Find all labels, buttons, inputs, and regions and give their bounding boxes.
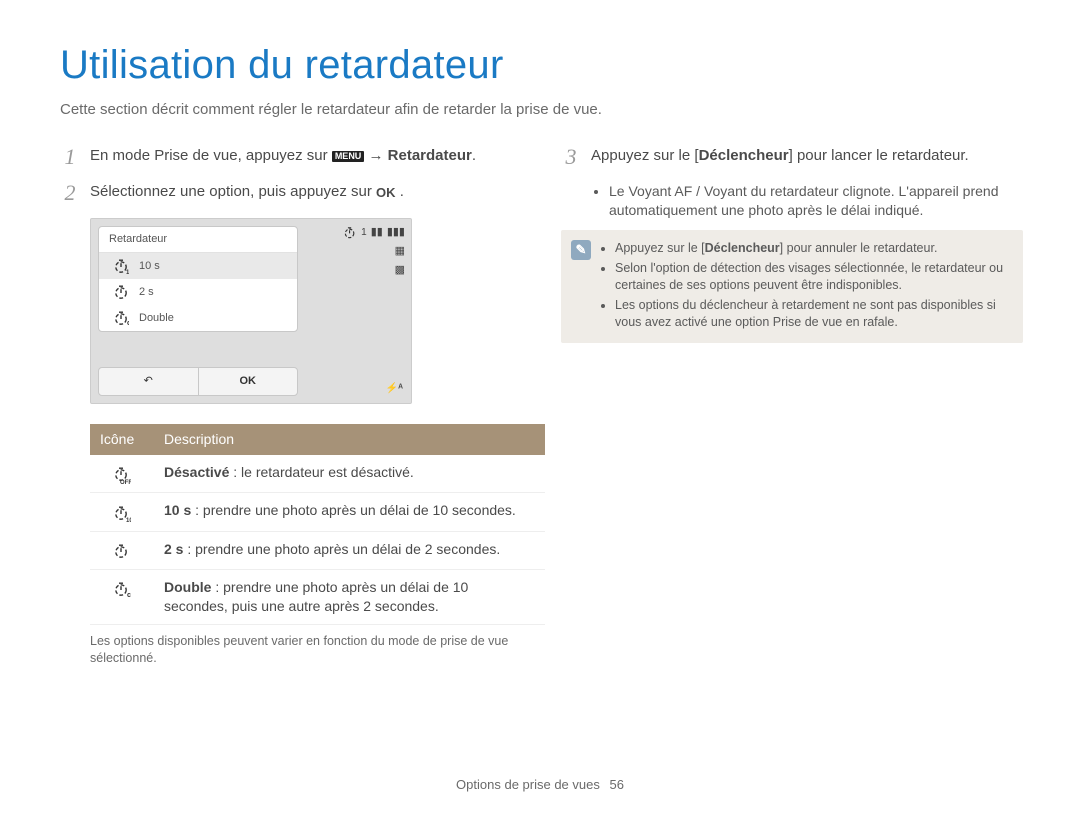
row-text: : le retardateur est désactivé. (229, 464, 413, 480)
footer-section: Options de prise de vues (456, 777, 600, 792)
th-icon: Icône (90, 424, 154, 455)
svg-text:c: c (127, 592, 131, 599)
row-bold: Désactivé (164, 464, 229, 480)
lcd-bottom-bar: ↶ OK (98, 367, 298, 396)
info-icon: ✎ (571, 240, 591, 260)
step-3-bold: Déclencheur (699, 147, 789, 164)
step-2-text-a: Sélectionnez une option, puis appuyez su… (90, 183, 376, 200)
step-1-suffix: . (472, 147, 476, 164)
table-row: c Double : prendre une photo après un dé… (90, 570, 545, 625)
timer-icon (343, 226, 357, 240)
info-box: ✎ Appuyez sur le [Déclencheur] pour annu… (561, 230, 1023, 343)
footer-page-number: 56 (609, 777, 623, 792)
step-3-text-b: ] pour lancer le retardateur. (789, 147, 969, 164)
lcd-back-button: ↶ (99, 368, 199, 395)
lcd-count: 1 (361, 226, 367, 240)
step-1-text-a: En mode Prise de vue, appuyez sur (90, 147, 332, 164)
page-title: Utilisation du retardateur (60, 38, 1020, 92)
row-bold: 2 s (164, 541, 183, 557)
timer-icon: c (113, 310, 129, 326)
info-b1-pre: Appuyez sur le [ (615, 241, 705, 255)
row-bold: Double (164, 579, 211, 595)
info-bullet: Selon l'option de détection des visages … (615, 260, 1009, 294)
icon-description-table: Icône Description OFF Désactivé : le ret… (90, 424, 545, 625)
camera-lcd-mockup: Retardateur 10 10 s 2 s c Double (90, 218, 412, 404)
options-note: Les options disponibles peuvent varier e… (90, 633, 530, 667)
lcd-option-label: 2 s (139, 285, 154, 300)
battery-icon: ▮▮▮ (387, 225, 405, 240)
step-2-suffix: . (400, 183, 404, 200)
step-3-text-a: Appuyez sur le [ (591, 147, 699, 164)
step-1-bold: Retardateur (388, 147, 472, 164)
intro-text: Cette section décrit comment régler le r… (60, 100, 1020, 120)
shot-count-icon: ▮▮ (371, 225, 383, 240)
page-footer: Options de prise de vues 56 (0, 776, 1080, 794)
lcd-option-2s: 2 s (99, 279, 297, 305)
table-row: 2 s : prendre une photo après un délai d… (90, 531, 545, 569)
step-number: 2 (60, 182, 80, 204)
lcd-status-icons: 1 ▮▮ ▮▮▮ ▦ ▩ (343, 225, 405, 278)
info-b1-bold: Déclencheur (705, 241, 780, 255)
step-3-bullet: Le Voyant AF / Voyant du retardateur cli… (609, 182, 1023, 220)
lcd-ok-button: OK (199, 368, 298, 395)
lcd-menu-title: Retardateur (99, 227, 297, 253)
timer-2s-icon (113, 543, 131, 561)
timer-double-icon: c (113, 581, 131, 599)
resolution-icon: ▦ (395, 244, 405, 259)
svg-text:10: 10 (126, 518, 131, 523)
step-1-arrow: → (368, 147, 387, 164)
table-row: OFF Désactivé : le retardateur est désac… (90, 455, 545, 493)
lcd-menu-panel: Retardateur 10 10 s 2 s c Double (98, 226, 298, 332)
info-bullet: Les options du déclencheur à retardement… (615, 297, 1009, 331)
step-1: 1 En mode Prise de vue, appuyez sur MENU… (60, 146, 525, 168)
timer-icon: 10 (113, 258, 129, 274)
lcd-option-label: Double (139, 311, 174, 326)
row-text: : prendre une photo après un délai de 2 … (183, 541, 500, 557)
ok-icon: OK (376, 184, 396, 202)
row-bold: 10 s (164, 502, 191, 518)
step-2: 2 Sélectionnez une option, puis appuyez … (60, 182, 525, 204)
timer-icon (113, 284, 129, 300)
table-row: 10 10 s : prendre une photo après un dél… (90, 493, 545, 531)
step-number: 3 (561, 146, 581, 168)
info-b1-post: ] pour annuler le retardateur. (780, 241, 938, 255)
step-number: 1 (60, 146, 80, 168)
quality-icon: ▩ (395, 263, 405, 278)
lcd-option-label: 10 s (139, 259, 160, 274)
info-bullet: Appuyez sur le [Déclencheur] pour annule… (615, 240, 1009, 257)
step-3-details: Le Voyant AF / Voyant du retardateur cli… (595, 182, 1023, 220)
lcd-option-10s: 10 10 s (99, 253, 297, 279)
lcd-option-double: c Double (99, 305, 297, 331)
row-text: : prendre une photo après un délai de 10… (191, 502, 516, 518)
step-3: 3 Appuyez sur le [Déclencheur] pour lanc… (561, 146, 1023, 168)
svg-text:10: 10 (126, 270, 129, 274)
timer-10s-icon: 10 (113, 505, 131, 523)
th-desc: Description (154, 424, 545, 455)
timer-off-icon: OFF (113, 466, 131, 484)
svg-text:OFF: OFF (120, 480, 131, 484)
svg-text:c: c (127, 320, 129, 326)
flash-auto-icon: ⚡ᴬ (386, 382, 403, 396)
menu-icon: MENU (332, 151, 365, 162)
